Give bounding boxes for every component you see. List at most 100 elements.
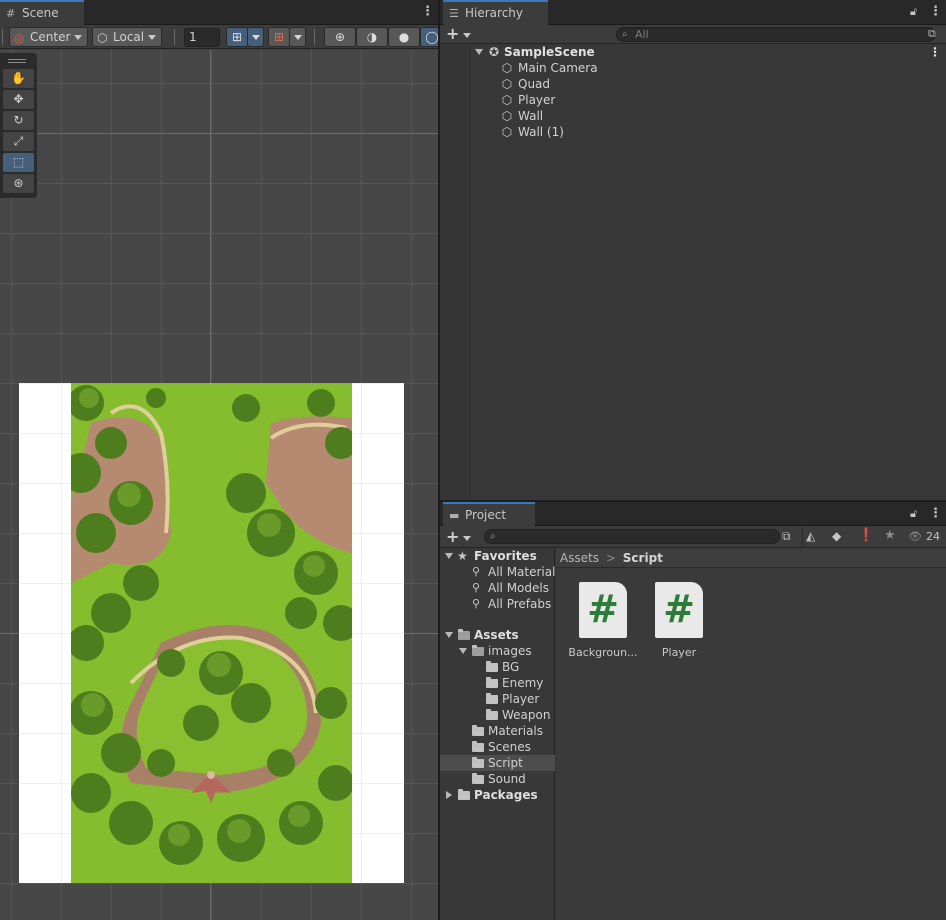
tree-label: Materials xyxy=(488,724,544,738)
hierarchy-item[interactable]: ⬡ Wall (1) xyxy=(440,124,946,140)
grid-snap-icon[interactable]: ⊞ xyxy=(226,27,248,47)
increment-snap-icon[interactable]: ⊞ xyxy=(268,27,290,47)
tab-hierarchy[interactable]: ☰ Hierarchy xyxy=(443,0,548,25)
fold-open-icon[interactable] xyxy=(459,648,467,654)
folder-icon xyxy=(458,789,470,800)
shaded-wireframe-icon[interactable]: ◑ xyxy=(356,27,388,47)
grid-snap-dropdown[interactable] xyxy=(248,27,264,47)
folder-icon: ▬ xyxy=(449,509,460,522)
search-by-type-icon[interactable]: ◭ xyxy=(806,529,815,543)
gameobject-icon: ⬡ xyxy=(501,109,513,123)
hierarchy-search-input[interactable]: ⌕ All xyxy=(616,27,936,42)
tab-project-label: Project xyxy=(465,508,507,522)
asset-item[interactable]: # Player xyxy=(644,582,714,659)
search-options-icon[interactable]: ⧉ xyxy=(928,27,936,41)
fold-open-icon[interactable] xyxy=(475,49,483,55)
tree-folder[interactable]: Sound xyxy=(440,771,555,787)
tree-label: All Prefabs xyxy=(488,597,552,611)
background-map-sprite[interactable] xyxy=(71,383,352,883)
folder-open-icon xyxy=(472,645,484,656)
tree-folder-images[interactable]: images xyxy=(440,643,555,659)
tree-label: Sound xyxy=(488,772,526,786)
rect-tool-icon[interactable]: ⬚ xyxy=(3,153,34,172)
tree-favorites[interactable]: ★ Favorites xyxy=(440,548,555,564)
folder-icon xyxy=(486,661,498,672)
search-options-icon[interactable]: ⧉ xyxy=(782,529,791,544)
hierarchy-item[interactable]: ⬡ Main Camera xyxy=(440,60,946,76)
tree-folder[interactable]: BG xyxy=(440,659,555,675)
tree-favorite-item[interactable]: ⚲ All Materials xyxy=(440,564,555,580)
palette-grip[interactable] xyxy=(8,59,26,60)
space-dropdown[interactable]: ⬡ Local xyxy=(92,27,162,47)
chevron-down-icon[interactable] xyxy=(463,536,471,541)
scale-tool-icon[interactable]: ⤢ xyxy=(3,132,34,151)
hierarchy-item[interactable]: ⬡ Player xyxy=(440,92,946,108)
hidden-packages-icon[interactable]: 👁︎ xyxy=(908,530,922,543)
rotate-tool-icon[interactable]: ↻ xyxy=(3,111,34,130)
csharp-script-icon: # xyxy=(655,582,703,638)
wireframe-shading-icon[interactable]: ⊕ xyxy=(324,27,356,47)
tree-folder[interactable]: Enemy xyxy=(440,675,555,691)
fold-open-icon[interactable] xyxy=(445,553,453,559)
project-more-icon[interactable]: ⋮ xyxy=(929,506,942,521)
tab-scene[interactable]: # Scene xyxy=(0,0,84,25)
pivot-label: Center xyxy=(30,30,71,44)
project-panel: ▬ Project 🔓︎ ⋮ + ⌕ ⧉ ◭ ◆ ❗ ★ 👁︎ 24 ★ Favo… xyxy=(440,502,946,920)
breadcrumb: Assets > Script xyxy=(556,548,946,568)
scene-more-icon[interactable]: ⋮ xyxy=(421,4,434,19)
chevron-down-icon[interactable] xyxy=(463,33,471,38)
transform-tool-icon[interactable]: ⊛ xyxy=(3,174,34,193)
shaded-icon[interactable]: ● xyxy=(388,27,420,47)
search-by-label-icon[interactable]: ◆ xyxy=(832,529,841,543)
toolbar-separator xyxy=(314,29,315,45)
toolbar-separator xyxy=(802,527,803,547)
unlit-shading-icon[interactable]: ◯ xyxy=(420,27,438,47)
hand-tool-icon[interactable]: ✋ xyxy=(3,69,34,88)
fold-open-icon[interactable] xyxy=(445,632,453,638)
pivot-dropdown[interactable]: ◎ Center xyxy=(9,27,88,47)
chevron-down-icon xyxy=(74,35,82,40)
breadcrumb-root[interactable]: Assets xyxy=(560,551,599,565)
breadcrumb-current[interactable]: Script xyxy=(623,551,663,565)
tree-label: Favorites xyxy=(474,549,537,563)
scene-tabbar: # Scene ⋮ xyxy=(0,0,438,25)
tree-folder[interactable]: Player xyxy=(440,691,555,707)
lock-icon[interactable]: 🔓︎ xyxy=(910,507,917,521)
fold-closed-icon[interactable] xyxy=(446,791,452,799)
chevron-down-icon xyxy=(148,35,156,40)
tool-palette: ✋ ✥ ↻ ⤢ ⬚ ⊛ xyxy=(0,53,37,198)
add-icon[interactable]: + xyxy=(446,529,459,545)
tab-project[interactable]: ▬ Project xyxy=(443,502,535,527)
toolbar-separator xyxy=(2,29,3,45)
grid-size-field[interactable]: 1 xyxy=(184,28,220,47)
asset-item[interactable]: # Backgroun... xyxy=(568,582,638,659)
hierarchy-more-icon[interactable]: ⋮ xyxy=(929,4,942,19)
tree-label: Player xyxy=(502,692,540,706)
tree-assets[interactable]: Assets xyxy=(440,627,555,643)
hierarchy-item-label: Wall (1) xyxy=(518,125,564,139)
csharp-script-icon: # xyxy=(579,582,627,638)
search-icon: ⌕ xyxy=(490,531,496,542)
tree-folder[interactable]: Weapon xyxy=(440,707,555,723)
log-types-icon[interactable]: ❗ xyxy=(858,528,874,543)
lock-icon[interactable]: 🔓︎ xyxy=(910,5,917,19)
tree-folder[interactable]: Materials xyxy=(440,723,555,739)
move-tool-icon[interactable]: ✥ xyxy=(3,90,34,109)
hierarchy-item[interactable]: ⬡ Quad xyxy=(440,76,946,92)
favorite-star-icon[interactable]: ★ xyxy=(884,528,896,543)
tree-packages[interactable]: Packages xyxy=(440,787,555,803)
increment-snap-dropdown[interactable] xyxy=(290,27,306,47)
folder-icon xyxy=(472,773,484,784)
tree-folder-selected[interactable]: Script xyxy=(440,755,555,771)
add-icon[interactable]: + xyxy=(446,26,459,42)
scene-more-icon[interactable]: ⋮ xyxy=(929,44,941,60)
project-search-input[interactable]: ⌕ xyxy=(484,529,780,544)
tree-favorite-item[interactable]: ⚲ All Prefabs xyxy=(440,596,555,612)
tree-folder[interactable]: Scenes xyxy=(440,739,555,755)
folder-icon xyxy=(486,709,498,720)
tree-favorite-item[interactable]: ⚲ All Models xyxy=(440,580,555,596)
gameobject-icon: ⬡ xyxy=(501,125,513,139)
folder-icon xyxy=(472,725,484,736)
scene-root-row[interactable]: ✪ SampleScene ⋮ xyxy=(440,44,946,60)
hierarchy-item[interactable]: ⬡ Wall xyxy=(440,108,946,124)
